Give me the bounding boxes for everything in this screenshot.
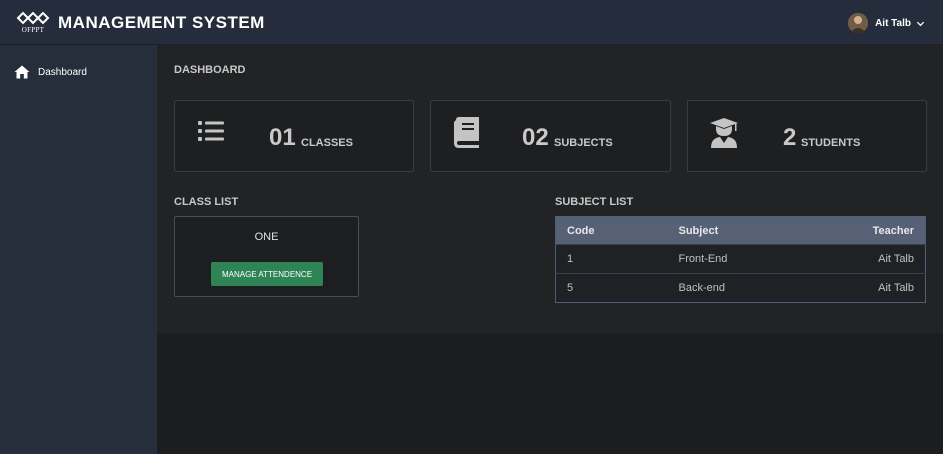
home-icon (14, 65, 30, 79)
subject-list-title: SUBJECT LIST (555, 196, 634, 208)
cell-teacher: Ait Talb (807, 273, 926, 303)
table-header-row: Code Subject Teacher (555, 216, 926, 245)
sidebar: Dashboard (0, 45, 157, 454)
graduate-icon (710, 118, 738, 148)
subjects-label: SUBJECTS (554, 137, 613, 149)
classes-label: CLASSES (301, 137, 353, 149)
subject-table: Code Subject Teacher 1 Front-End Ait Tal… (555, 216, 926, 303)
main-content: DASHBOARD 01 CLASSES 02 SUBJECTS 2 STUDE… (157, 45, 943, 333)
class-card: ONE MANAGE ATTENDENCE (174, 216, 359, 297)
class-list-title: CLASS LIST (174, 196, 239, 208)
ofppt-logo[interactable]: OFPPT (16, 10, 50, 36)
cell-subject: Front-End (667, 244, 808, 274)
subjects-count: 02 (522, 124, 549, 151)
cell-subject: Back-end (667, 273, 808, 303)
sidebar-item-label: Dashboard (38, 66, 87, 78)
page-title: DASHBOARD (174, 64, 246, 76)
students-label: STUDENTS (801, 137, 861, 149)
column-header-code[interactable]: Code (556, 217, 668, 245)
logo-text: OFPPT (21, 26, 45, 34)
cell-code: 1 (555, 244, 668, 274)
students-count: 2 (783, 124, 797, 151)
class-name: ONE (254, 231, 279, 243)
app-title: MANAGEMENT SYSTEM (58, 13, 265, 32)
subjects-card[interactable]: 02 SUBJECTS (430, 100, 671, 172)
cell-teacher: Ait Talb (807, 244, 926, 274)
students-card[interactable]: 2 STUDENTS (687, 100, 927, 172)
table-row[interactable]: 5 Back-end Ait Talb (555, 273, 926, 303)
sidebar-item-dashboard[interactable]: Dashboard (14, 64, 87, 80)
logo-mark-icon (16, 11, 50, 25)
user-name[interactable]: Ait Talb (875, 18, 911, 29)
user-menu[interactable]: Ait Talb (848, 12, 925, 34)
top-bar: OFPPT MANAGEMENT SYSTEM Ait Talb (0, 0, 943, 45)
table-row[interactable]: 1 Front-End Ait Talb (555, 244, 926, 274)
column-header-teacher[interactable]: Teacher (808, 217, 926, 245)
chevron-down-icon[interactable] (916, 19, 925, 28)
column-header-subject[interactable]: Subject (668, 217, 808, 245)
list-icon (198, 121, 224, 141)
book-icon (454, 117, 479, 148)
cell-code: 5 (555, 273, 668, 303)
classes-card[interactable]: 01 CLASSES (174, 100, 414, 172)
avatar[interactable] (848, 13, 869, 33)
classes-count: 01 (269, 124, 296, 151)
manage-attendence-button[interactable]: MANAGE ATTENDENCE (211, 262, 323, 286)
